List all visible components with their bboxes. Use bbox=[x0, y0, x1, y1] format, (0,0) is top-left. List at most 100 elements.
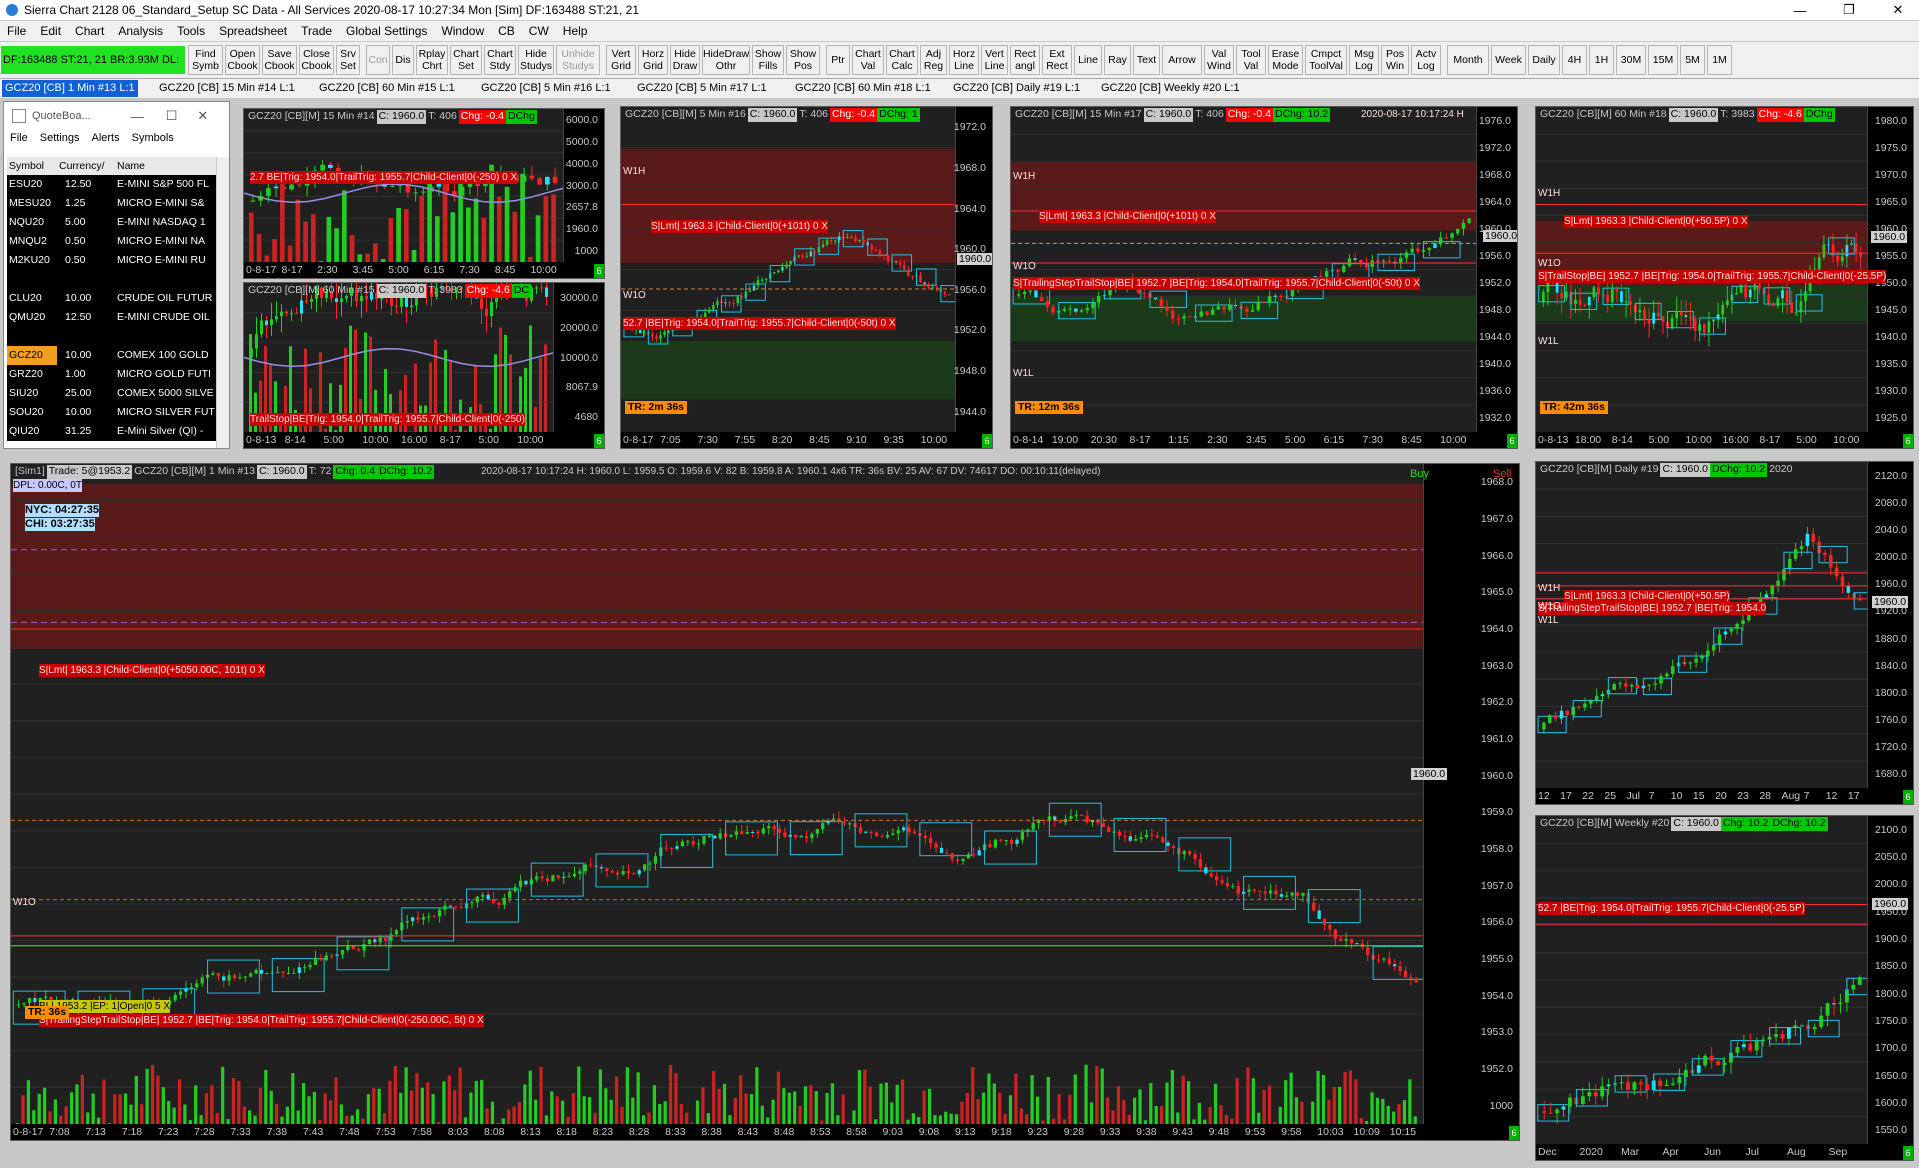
minimize-icon[interactable]: — bbox=[131, 109, 144, 124]
chart-tab-2[interactable]: GCZ20 [CB] 60 Min #15 L:1 bbox=[316, 80, 458, 97]
time-axis[interactable]: 0-8-13 18:00 8-14 5:00 10:00 16:00 8-17 5:00 10:… bbox=[1536, 432, 1913, 448]
toolbar-btn-tool-val[interactable]: Tool Val bbox=[1236, 45, 1266, 75]
time-axis[interactable]: 0-8-17 7:05 7:30 7:55 8:20 8:45 9:10 9:35 10:00 bbox=[621, 432, 992, 448]
wl-label[interactable]: W1L bbox=[1013, 367, 1034, 380]
toolbar-btn-actv-log[interactable]: Actv Log bbox=[1411, 45, 1441, 75]
toolbar-btn-ptr[interactable]: Ptr bbox=[826, 45, 850, 75]
wh-label[interactable]: W1H bbox=[623, 165, 645, 178]
menu-chart[interactable]: Chart bbox=[68, 24, 111, 38]
order-label[interactable]: S|TrailingStepTrailStop|BE| 1952.7 |BE|T… bbox=[39, 1014, 484, 1027]
toolbar-btn-month[interactable]: Month bbox=[1447, 45, 1489, 75]
toolbar-btn-srv-set[interactable]: Srv Set bbox=[336, 45, 360, 75]
chart-canvas[interactable] bbox=[1536, 462, 1913, 804]
toolbar-btn-hidedraw-othr[interactable]: HideDraw Othr bbox=[702, 45, 750, 75]
time-axis[interactable]: 12 17 22 25 Jul 7 10 15 20 23 28 Aug 7 12 17 bbox=[1536, 788, 1913, 804]
toolbar-btn-15m[interactable]: 15M bbox=[1648, 45, 1678, 75]
qb-menu-symbols[interactable]: Symbols bbox=[126, 132, 180, 144]
chart-tab-0[interactable]: GCZ20 [CB] 1 Min #13 L:1 bbox=[2, 80, 138, 97]
chart-canvas[interactable] bbox=[1536, 816, 1913, 1160]
chart-5min-16[interactable]: 1972.0 1968.0 1964.0 1960.0 1956.0 1952.0 1948… bbox=[620, 106, 993, 449]
toolbar-btn-chart-set[interactable]: Chart Set bbox=[450, 45, 482, 75]
order-label[interactable]: S|Lmt| 1963.3 |Child-Client|0(+5050.00C,… bbox=[39, 664, 265, 677]
table-row[interactable]: QMU20 12.50 E-MINI CRUDE OIL bbox=[7, 308, 217, 327]
toolbar-btn-erase-mode[interactable]: Erase Mode bbox=[1268, 45, 1303, 75]
table-row[interactable]: M2KU20 0.50 MICRO E-MINI RU bbox=[7, 251, 217, 270]
info-label[interactable]: 2020-08-17 10:17:24 H: 1960.0 L: 1959.5 … bbox=[481, 465, 1101, 478]
chart-60min-18[interactable]: 1980.0 1975.0 1970.0 1965.0 1960.0 1955.0 1950… bbox=[1535, 106, 1914, 449]
chart-tab-5[interactable]: GCZ20 [CB] 60 Min #18 L:1 bbox=[792, 80, 934, 97]
qb-menu-settings[interactable]: Settings bbox=[34, 132, 86, 144]
chart-60min-15[interactable]: 30000.0 20000.0 10000.0 8067.9 4680 0-8-13 8-1… bbox=[243, 282, 605, 449]
toolbar-btn-rplay-chrt[interactable]: Rplay Chrt bbox=[416, 45, 448, 75]
table-row[interactable]: GCZ20 10.00 COMEX 100 GOLD bbox=[7, 346, 217, 365]
time-axis[interactable]: 0-8-14 19:00 20:30 8-17 1:15 2:30 3:45 5:00 6:15… bbox=[1011, 432, 1517, 448]
close-icon[interactable]: ✕ bbox=[197, 108, 208, 124]
menu-global-settings[interactable]: Global Settings bbox=[339, 24, 434, 38]
menu-help[interactable]: Help bbox=[556, 24, 595, 38]
toolbar-btn-pos-win[interactable]: Pos Win bbox=[1381, 45, 1409, 75]
order-label[interactable]: S|TrailingStepTrailStop|BE| 1952.7 |BE|T… bbox=[1013, 277, 1420, 290]
wl-label[interactable]: W1L bbox=[1538, 614, 1559, 627]
wh-label[interactable]: W1H bbox=[1538, 582, 1560, 595]
chart-daily-19[interactable]: 2120.0 2080.0 2040.0 2000.0 1960.0 1920.0 1880… bbox=[1535, 461, 1914, 805]
cur-label[interactable]: 1960.0 bbox=[1872, 898, 1909, 910]
chart-tab-6[interactable]: GCZ20 [CB] Daily #19 L:1 bbox=[950, 80, 1083, 97]
col-currency[interactable]: Currency/ bbox=[57, 157, 115, 175]
order-label[interactable]: S|TrailingStepTrailStop|BE| 1952.7 |BE|T… bbox=[1538, 602, 1767, 615]
toolbar-btn-open-cbook[interactable]: Open Cbook bbox=[225, 45, 260, 75]
toolbar-btn-week[interactable]: Week bbox=[1491, 45, 1526, 75]
toolbar-btn-msg-log[interactable]: Msg Log bbox=[1349, 45, 1379, 75]
menu-window[interactable]: Window bbox=[434, 24, 491, 38]
toolbar-btn-chart-val[interactable]: Chart Val bbox=[852, 45, 884, 75]
chart-canvas[interactable] bbox=[11, 464, 1519, 1140]
chart-tab-4[interactable]: GCZ20 [CB] 5 Min #17 L:1 bbox=[634, 80, 770, 97]
table-row[interactable] bbox=[7, 270, 217, 289]
toolbar-btn-hide-studys[interactable]: Hide Studys bbox=[518, 45, 554, 75]
chart-canvas[interactable] bbox=[244, 109, 604, 278]
sell-label[interactable]: Sell bbox=[1493, 468, 1511, 481]
toolbar-btn-vert-line[interactable]: Vert Line bbox=[981, 45, 1008, 75]
order-label[interactable]: S|Lmt| 1963.3 |Child-Client|0(+101t) 0 X bbox=[651, 220, 828, 233]
price-scale[interactable] bbox=[955, 107, 992, 432]
table-row[interactable]: SOU20 10.00 MICRO SILVER FUT bbox=[7, 403, 217, 422]
restore-button[interactable]: ❐ bbox=[1829, 0, 1869, 20]
time-axis[interactable]: Dec 2020 Mar Apr Jun Jul Aug Sep bbox=[1536, 1144, 1913, 1160]
menu-analysis[interactable]: Analysis bbox=[111, 24, 170, 38]
menu-file[interactable]: File bbox=[0, 24, 33, 38]
price-scale[interactable] bbox=[1867, 462, 1913, 788]
nyc-label[interactable]: NYC: 04:27:35 bbox=[25, 504, 99, 517]
wo-label[interactable]: W1O bbox=[1538, 600, 1561, 613]
chart-tab-7[interactable]: GCZ20 [CB] Weekly #20 L:1 bbox=[1098, 80, 1243, 97]
toolbar-btn-show-fills[interactable]: Show Fills bbox=[752, 45, 784, 75]
toolbar-btn-4h[interactable]: 4H bbox=[1562, 45, 1587, 75]
menu-tools[interactable]: Tools bbox=[170, 24, 212, 38]
chart-tab-3[interactable]: GCZ20 [CB] 5 Min #16 L:1 bbox=[478, 80, 614, 97]
qb-menu-file[interactable]: File bbox=[4, 132, 34, 144]
maximize-icon[interactable]: ☐ bbox=[166, 108, 178, 124]
toolbar-btn-30m[interactable]: 30M bbox=[1616, 45, 1646, 75]
toolbar-btn-adj-reg[interactable]: Adj Reg bbox=[920, 45, 947, 75]
toolbar-btn-con[interactable]: Con bbox=[366, 45, 390, 75]
price-scale[interactable] bbox=[1423, 464, 1519, 1124]
chart-15min-17[interactable]: 1976.0 1972.0 1968.0 1964.0 1960.0 1956.0 1952… bbox=[1010, 106, 1518, 449]
wh-label[interactable]: W1H bbox=[1538, 187, 1560, 200]
table-row[interactable]: GRZ20 1.00 MICRO GOLD FUTI bbox=[7, 365, 217, 384]
chart-1min-13[interactable]: 1968.0 1967.0 1966.0 1965.0 1964.0 1963.0 1962… bbox=[10, 463, 1520, 1141]
cur-label[interactable]: 1960.0 bbox=[1871, 231, 1908, 243]
order-label[interactable]: 52.7 |BE|Trig: 1954.0|TrailTrig: 1955.7|… bbox=[1538, 902, 1805, 915]
toolbar-btn-text[interactable]: Text bbox=[1133, 45, 1160, 75]
table-row[interactable] bbox=[7, 327, 217, 346]
time-axis[interactable]: 0-8-17 7:08 7:13 7:18 7:23 7:28 7:33 7:38 7:43 7:… bbox=[11, 1124, 1519, 1140]
order-label[interactable]: S|TrailStop|BE| 1952.7 |BE|Trig: 1954.0|… bbox=[1538, 270, 1887, 283]
chi-label[interactable]: CHI: 03:27:35 bbox=[25, 518, 95, 531]
badge-label[interactable]: TR: 12m 36s bbox=[1015, 401, 1083, 414]
chart-15min-14[interactable]: 6000.0 5000.0 4000.0 3000.0 2657.8 1960.0 1000… bbox=[243, 108, 605, 279]
toolbar-btn-dis[interactable]: Dis bbox=[392, 45, 414, 75]
toolbar-btn-1m[interactable]: 1M bbox=[1707, 45, 1732, 75]
toolbar-btn-vert-grid[interactable]: Vert Grid bbox=[606, 45, 636, 75]
price-scale[interactable] bbox=[1867, 816, 1913, 1144]
toolbar-btn-hide-draw[interactable]: Hide Draw bbox=[670, 45, 700, 75]
toolbar-btn-horz-line[interactable]: Horz Line bbox=[949, 45, 979, 75]
toolbar-btn-show-pos[interactable]: Show Pos bbox=[786, 45, 820, 75]
table-row[interactable]: NQU20 5.00 E-MINI NASDAQ 1 bbox=[7, 213, 217, 232]
